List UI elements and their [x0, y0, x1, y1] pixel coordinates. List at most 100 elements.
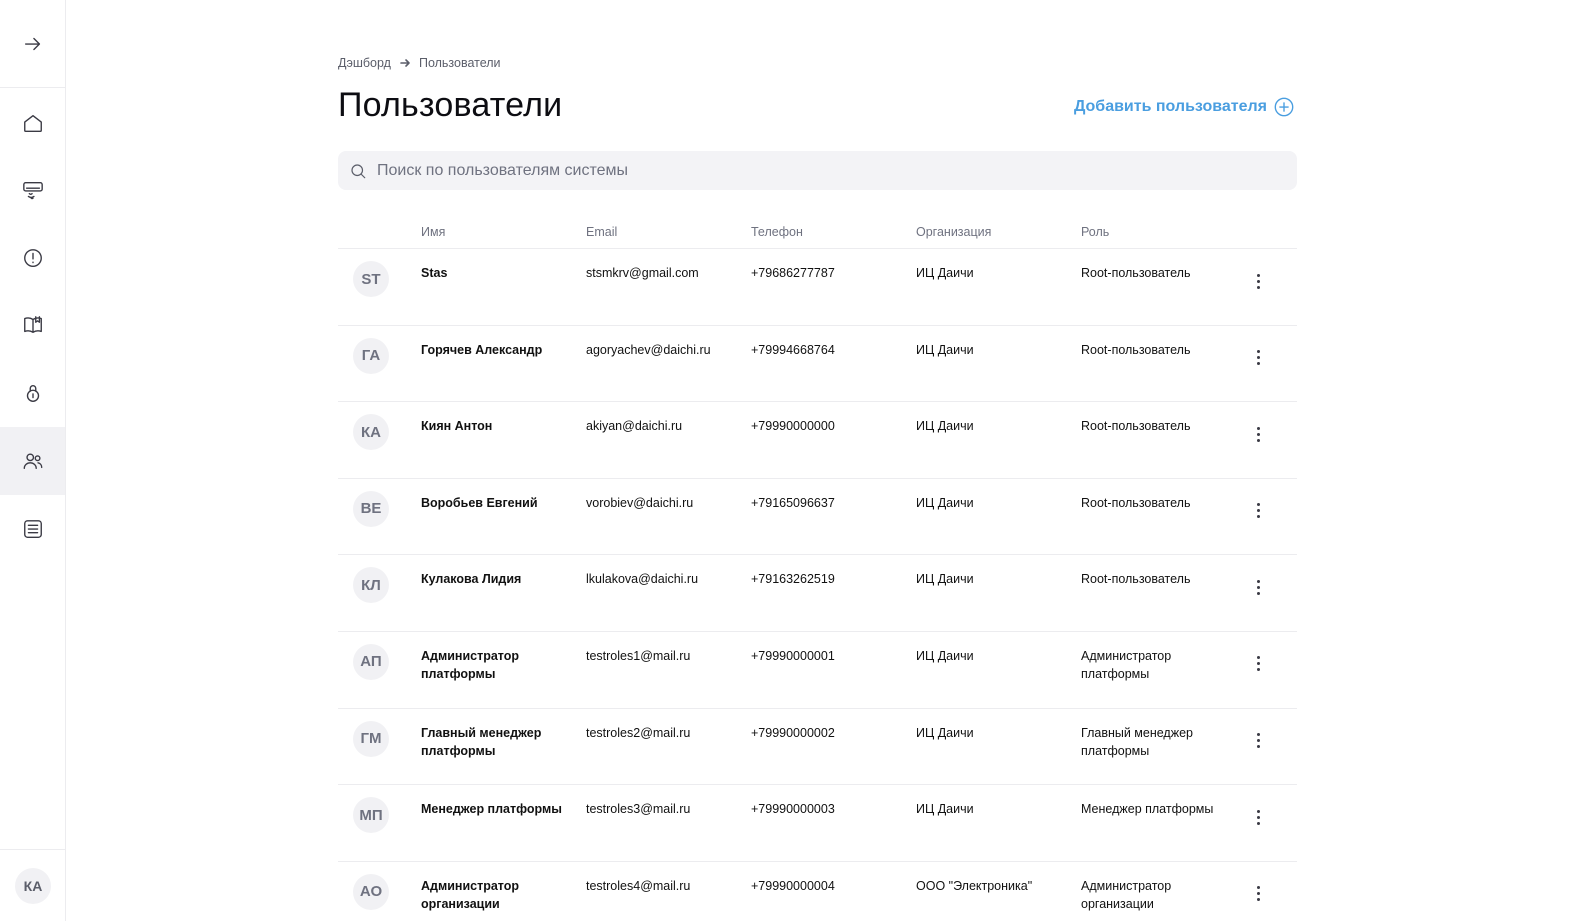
- user-name: Киян Антон: [421, 419, 493, 434]
- table-row[interactable]: ВЕ Воробьев Евгений vorobiev@daichi.ru +…: [338, 479, 1297, 556]
- more-vertical-icon[interactable]: [1248, 501, 1268, 521]
- avatar: ВЕ: [353, 490, 389, 527]
- sidebar-item-devices[interactable]: [0, 156, 65, 224]
- avatar: ГМ: [353, 720, 389, 757]
- air-conditioner-icon: [22, 181, 43, 200]
- more-vertical-icon[interactable]: [1248, 731, 1268, 751]
- user-name: Менеджер платформы: [421, 802, 562, 817]
- table-row[interactable]: АП Администратор платформы testroles1@ma…: [338, 632, 1297, 709]
- user-phone: +79163262519: [751, 572, 835, 587]
- column-header-phone[interactable]: Телефон: [751, 225, 803, 239]
- add-user-label: Добавить пользователя: [1073, 98, 1267, 115]
- breadcrumb-current: Пользователи: [418, 56, 501, 70]
- user-phone: +79990000004: [751, 878, 835, 893]
- user-email: testroles3@mail.ru: [586, 802, 691, 817]
- user-role: Root-пользователь: [1081, 419, 1191, 434]
- table-header: Имя Email Телефон Организация Роль: [338, 222, 1297, 249]
- table-row[interactable]: ГМ Главный менеджер платформы testroles2…: [338, 709, 1297, 786]
- avatar: КА: [353, 414, 389, 451]
- more-vertical-icon[interactable]: [1248, 271, 1268, 291]
- page-title: Пользователи: [338, 86, 563, 124]
- user-phone: +79165096637: [751, 495, 835, 510]
- more-vertical-icon[interactable]: [1248, 807, 1268, 827]
- user-email: testroles1@mail.ru: [586, 648, 691, 663]
- user-phone: +79990000001: [751, 648, 835, 663]
- list-icon: [23, 520, 42, 538]
- sidebar-item-docs[interactable]: [0, 291, 65, 359]
- user-name: Главный менеджер платформы: [421, 725, 542, 758]
- user-email: akiyan@daichi.ru: [586, 419, 683, 434]
- arrow-right-icon: [400, 59, 410, 67]
- sidebar-item-security[interactable]: [0, 359, 65, 427]
- user-email: stsmkrv@gmail.com: [586, 266, 699, 280]
- search-icon: [351, 163, 366, 178]
- user-email: lkulakova@daichi.ru: [586, 572, 699, 587]
- table-row[interactable]: МП Менеджер платформы testroles3@mail.ru…: [338, 785, 1297, 862]
- user-phone: +79990000003: [751, 802, 835, 817]
- table-row[interactable]: АО Администратор организации testroles4@…: [338, 862, 1297, 921]
- alert-icon: [23, 249, 42, 267]
- users-icon: [23, 453, 42, 470]
- user-name: Администратор организации: [421, 878, 520, 911]
- user-name: Кулакова Лидия: [421, 572, 522, 587]
- arrow-right-icon: [24, 37, 41, 50]
- more-vertical-icon[interactable]: [1248, 654, 1268, 674]
- user-phone: +79990000002: [751, 725, 835, 740]
- user-role: Root-пользователь: [1081, 342, 1191, 357]
- user-role: Администратор платформы: [1081, 648, 1172, 681]
- avatar: МП: [353, 797, 389, 834]
- user-org: ИЦ Даичи: [916, 266, 974, 280]
- column-header-role[interactable]: Роль: [1081, 225, 1109, 239]
- sidebar-item-users[interactable]: [0, 427, 65, 495]
- sidebar-item-home[interactable]: [0, 89, 65, 157]
- breadcrumb: Дэшборд Пользователи: [338, 56, 501, 70]
- breadcrumb-dashboard[interactable]: Дэшборд: [338, 56, 391, 70]
- table-row[interactable]: КЛ Кулакова Лидия lkulakova@daichi.ru +7…: [338, 555, 1297, 632]
- user-name: Stas: [421, 266, 448, 280]
- table-row[interactable]: КА Киян Антон akiyan@daichi.ru +79990000…: [338, 402, 1297, 479]
- lock-icon: [26, 385, 39, 402]
- search-input[interactable]: [377, 161, 1277, 180]
- plus-circle-icon: [1274, 97, 1294, 117]
- sidebar-item-alerts[interactable]: [0, 224, 65, 292]
- home-icon: [23, 114, 42, 132]
- user-role: Менеджер платформы: [1081, 802, 1214, 817]
- user-name: Администратор платформы: [421, 648, 520, 681]
- avatar: ST: [353, 261, 389, 297]
- user-email: testroles4@mail.ru: [586, 878, 691, 893]
- avatar: АО: [353, 873, 389, 910]
- user-org: ИЦ Даичи: [916, 572, 974, 587]
- user-org: ИЦ Даичи: [916, 802, 974, 817]
- column-header-name[interactable]: Имя: [421, 225, 445, 239]
- more-vertical-icon[interactable]: [1248, 577, 1268, 597]
- search-bar: [338, 151, 1297, 190]
- add-user-button[interactable]: Добавить пользователя: [1074, 96, 1295, 118]
- users-table: Имя Email Телефон Организация Роль ST St…: [338, 222, 1297, 921]
- column-header-org[interactable]: Организация: [916, 225, 991, 239]
- sidebar-item-logs[interactable]: [0, 495, 65, 563]
- table-row[interactable]: ГА Горячев Александр agoryachev@daichi.r…: [338, 326, 1297, 403]
- user-role: Root-пользователь: [1081, 495, 1191, 510]
- user-org: ООО "Электроника": [916, 878, 1033, 893]
- user-name: Горячев Александр: [421, 342, 543, 357]
- avatar: АП: [353, 643, 389, 680]
- user-email: testroles2@mail.ru: [586, 725, 691, 740]
- more-vertical-icon[interactable]: [1248, 424, 1268, 444]
- avatar[interactable]: КА: [15, 867, 51, 904]
- sidebar-user[interactable]: КА: [0, 849, 66, 921]
- book-icon: [23, 316, 42, 334]
- more-vertical-icon[interactable]: [1248, 348, 1268, 368]
- user-role: Root-пользователь: [1081, 572, 1191, 587]
- table-row[interactable]: ST Stas stsmkrv@gmail.com +79686277787 И…: [338, 249, 1297, 326]
- avatar: КЛ: [353, 567, 389, 604]
- user-phone: +79990000000: [751, 419, 835, 434]
- user-org: ИЦ Даичи: [916, 342, 974, 357]
- user-phone: +79686277787: [751, 266, 835, 280]
- sidebar: КА: [0, 0, 66, 921]
- user-role: Root-пользователь: [1081, 266, 1191, 280]
- avatar: ГА: [353, 337, 389, 374]
- more-vertical-icon[interactable]: [1248, 884, 1268, 904]
- user-org: ИЦ Даичи: [916, 725, 974, 740]
- sidebar-expand-button[interactable]: [0, 0, 66, 88]
- column-header-email[interactable]: Email: [586, 225, 617, 239]
